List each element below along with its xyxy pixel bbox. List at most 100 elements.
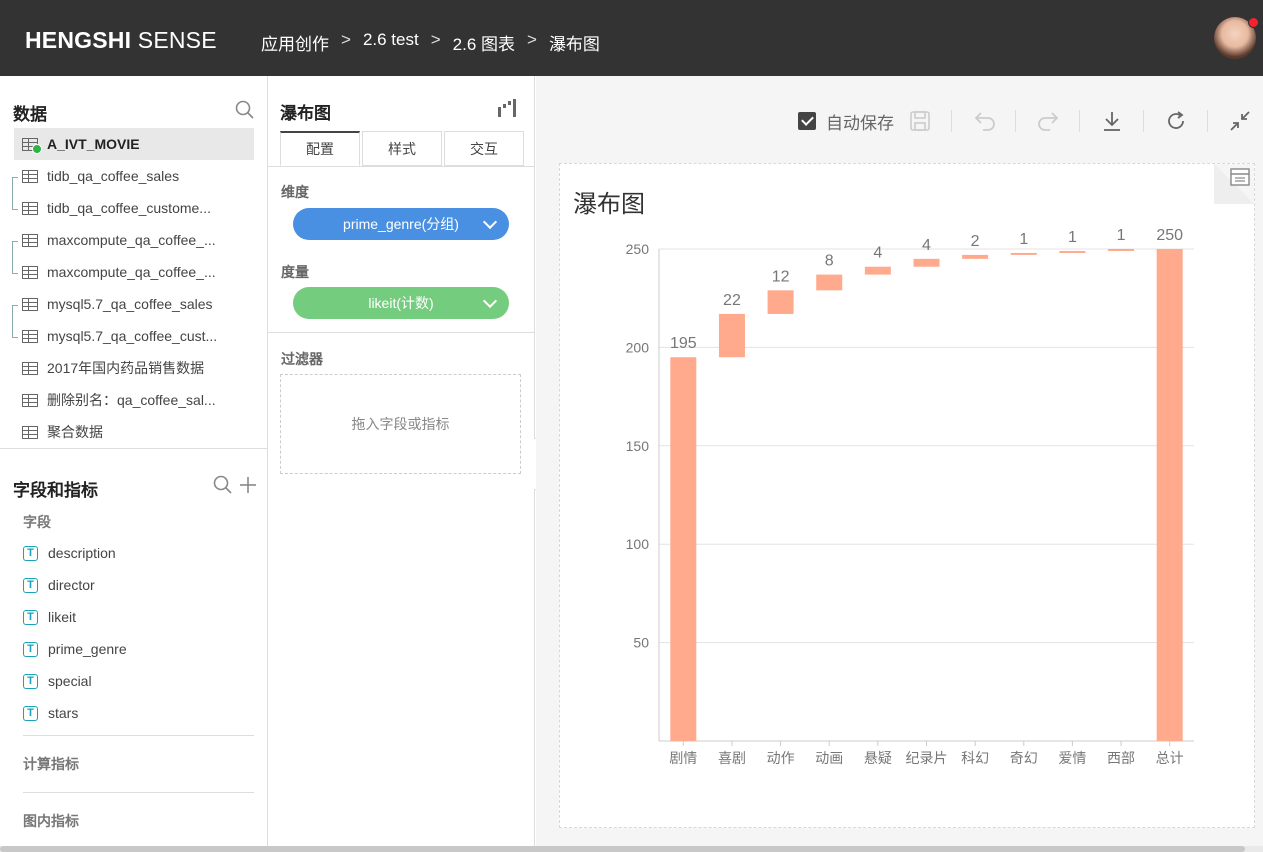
x-tick-label: 爱情	[1058, 750, 1086, 766]
chart-card[interactable]: 瀑布图 50 100 150 200 250 195 剧情 22 喜剧 12 动作 8 动画 4 悬疑 4 纪录…	[559, 163, 1255, 828]
divider	[23, 792, 254, 793]
tab-config[interactable]: 配置	[280, 131, 360, 166]
breadcrumb-item[interactable]: 2.6 test	[363, 30, 419, 55]
waterfall-bar	[1108, 249, 1135, 251]
dataset-list: A_IVT_MOVIE tidb_qa_coffee_sales tidb_qa…	[14, 128, 254, 448]
chart-canvas-area: 自动保存 瀑布图 50 100 150 200 250 195 剧情 22 喜剧 12 动作	[536, 76, 1263, 846]
x-tick-label: 纪录片	[906, 750, 948, 766]
field-label: special	[48, 673, 92, 689]
data-label: 12	[772, 268, 790, 285]
chart-toolbar: 自动保存	[536, 106, 1263, 136]
exit-fullscreen-icon[interactable]	[1229, 106, 1251, 136]
table-icon	[22, 233, 38, 247]
dataset-item[interactable]: A_IVT_MOVIE	[14, 128, 254, 160]
data-label: 1	[1019, 231, 1028, 248]
add-icon[interactable]	[238, 475, 258, 500]
field-item[interactable]: Tspecial	[14, 665, 254, 697]
filter-drop-zone[interactable]: 拖入字段或指标	[280, 374, 521, 474]
dataset-label: tidb_qa_coffee_custome...	[47, 200, 211, 216]
field-label: prime_genre	[48, 641, 127, 657]
table-icon	[22, 393, 38, 407]
app-logo[interactable]: HENGSHI SENSE	[25, 27, 217, 54]
download-icon[interactable]	[1101, 106, 1123, 136]
dataset-label: 删除别名：qa_coffee_sal...	[47, 392, 216, 408]
config-tabs: 配置 样式 交互	[280, 131, 526, 166]
tab-interaction[interactable]: 交互	[444, 131, 524, 166]
chevron-down-icon[interactable]	[482, 214, 498, 230]
field-item[interactable]: Tdirector	[14, 569, 254, 601]
save-icon[interactable]	[909, 106, 931, 136]
field-label: director	[48, 577, 95, 593]
calc-metrics-label: 计算指标	[23, 756, 79, 772]
waterfall-chart-icon[interactable]	[497, 98, 517, 123]
field-item[interactable]: Tlikeit	[14, 601, 254, 633]
dataset-item[interactable]: 删除别名：qa_coffee_sal...	[14, 384, 254, 416]
field-label: stars	[48, 705, 79, 721]
breadcrumb-separator: >	[430, 30, 441, 49]
table-icon	[22, 169, 38, 183]
y-tick-label: 100	[626, 536, 650, 552]
autosave-checkbox[interactable]: 自动保存	[798, 106, 894, 136]
card-menu-icon[interactable]	[1230, 168, 1250, 191]
dataset-item[interactable]: mysql5.7_qa_coffee_sales	[14, 288, 254, 320]
check-icon	[32, 144, 42, 154]
dataset-item[interactable]: 聚合数据	[14, 416, 254, 448]
breadcrumb-item[interactable]: 2.6 图表	[453, 30, 515, 55]
top-bar: HENGSHI SENSE 应用创作 > 2.6 test > 2.6 图表 > 瀑布…	[0, 0, 1263, 76]
data-label: 4	[922, 237, 931, 254]
dataset-label: maxcompute_qa_coffee_...	[47, 264, 216, 280]
undo-icon[interactable]	[973, 106, 997, 136]
redo-icon[interactable]	[1036, 106, 1060, 136]
divider	[268, 332, 534, 333]
search-icon[interactable]	[213, 475, 233, 500]
waterfall-bar	[1156, 249, 1183, 741]
refresh-icon[interactable]	[1165, 106, 1187, 136]
data-label: 2	[971, 233, 980, 250]
dataset-item[interactable]: mysql5.7_qa_coffee_cust...	[14, 320, 254, 352]
user-avatar[interactable]	[1214, 17, 1259, 59]
breadcrumb: 应用创作 > 2.6 test > 2.6 图表 > 瀑布图	[261, 30, 600, 55]
scrollbar-thumb[interactable]	[0, 846, 1245, 852]
x-tick-label: 科幻	[961, 750, 989, 766]
checkbox-checked-icon	[798, 112, 816, 130]
breadcrumb-separator: >	[527, 30, 537, 49]
horizontal-scrollbar[interactable]	[0, 846, 1263, 852]
data-label: 1	[1117, 227, 1126, 244]
dataset-item[interactable]: tidb_qa_coffee_custome...	[14, 192, 254, 224]
dimension-pill[interactable]: prime_genre(分组)	[293, 208, 509, 240]
measure-label: 度量	[281, 264, 309, 280]
field-item[interactable]: Tdescription	[14, 537, 254, 569]
text-type-icon: T	[23, 673, 38, 689]
search-icon[interactable]	[235, 100, 255, 125]
x-tick-label: 西部	[1107, 750, 1135, 766]
waterfall-bar	[670, 357, 697, 741]
chart-metrics-label: 图内指标	[23, 813, 79, 829]
dataset-item[interactable]: maxcompute_qa_coffee_...	[14, 256, 254, 288]
y-tick-label: 200	[626, 339, 650, 355]
text-type-icon: T	[23, 705, 38, 721]
measure-value: likeit(计数)	[368, 295, 434, 311]
breadcrumb-item[interactable]: 应用创作	[261, 30, 329, 55]
fields-title: 字段和指标	[13, 481, 98, 500]
dataset-item[interactable]: 2017年国内药品销售数据	[14, 352, 254, 384]
field-item[interactable]: Tprime_genre	[14, 633, 254, 665]
dataset-item[interactable]: maxcompute_qa_coffee_...	[14, 224, 254, 256]
dataset-label: 聚合数据	[47, 424, 103, 440]
text-type-icon: T	[23, 641, 38, 657]
divider	[23, 735, 254, 736]
chevron-down-icon[interactable]	[482, 293, 498, 309]
tab-style[interactable]: 样式	[362, 131, 442, 166]
field-list: 字段 Tdescription Tdirector Tlikeit Tprime…	[14, 507, 254, 843]
waterfall-chart: 50 100 150 200 250 195 剧情 22 喜剧 12 动作 8 动画 4 悬疑 4 纪录片 2 科幻…	[626, 227, 1194, 766]
waterfall-bar	[1059, 250, 1086, 253]
x-tick-label: 动画	[815, 750, 843, 766]
text-type-icon: T	[23, 609, 38, 625]
toolbar-separator	[951, 110, 952, 132]
breadcrumb-separator: >	[341, 30, 351, 49]
dataset-item[interactable]: tidb_qa_coffee_sales	[14, 160, 254, 192]
dataset-label: maxcompute_qa_coffee_...	[47, 232, 216, 248]
toolbar-separator	[1015, 110, 1016, 132]
dimension-value: prime_genre(分组)	[343, 216, 459, 232]
field-item[interactable]: Tstars	[14, 697, 254, 729]
measure-pill[interactable]: likeit(计数)	[293, 287, 509, 319]
